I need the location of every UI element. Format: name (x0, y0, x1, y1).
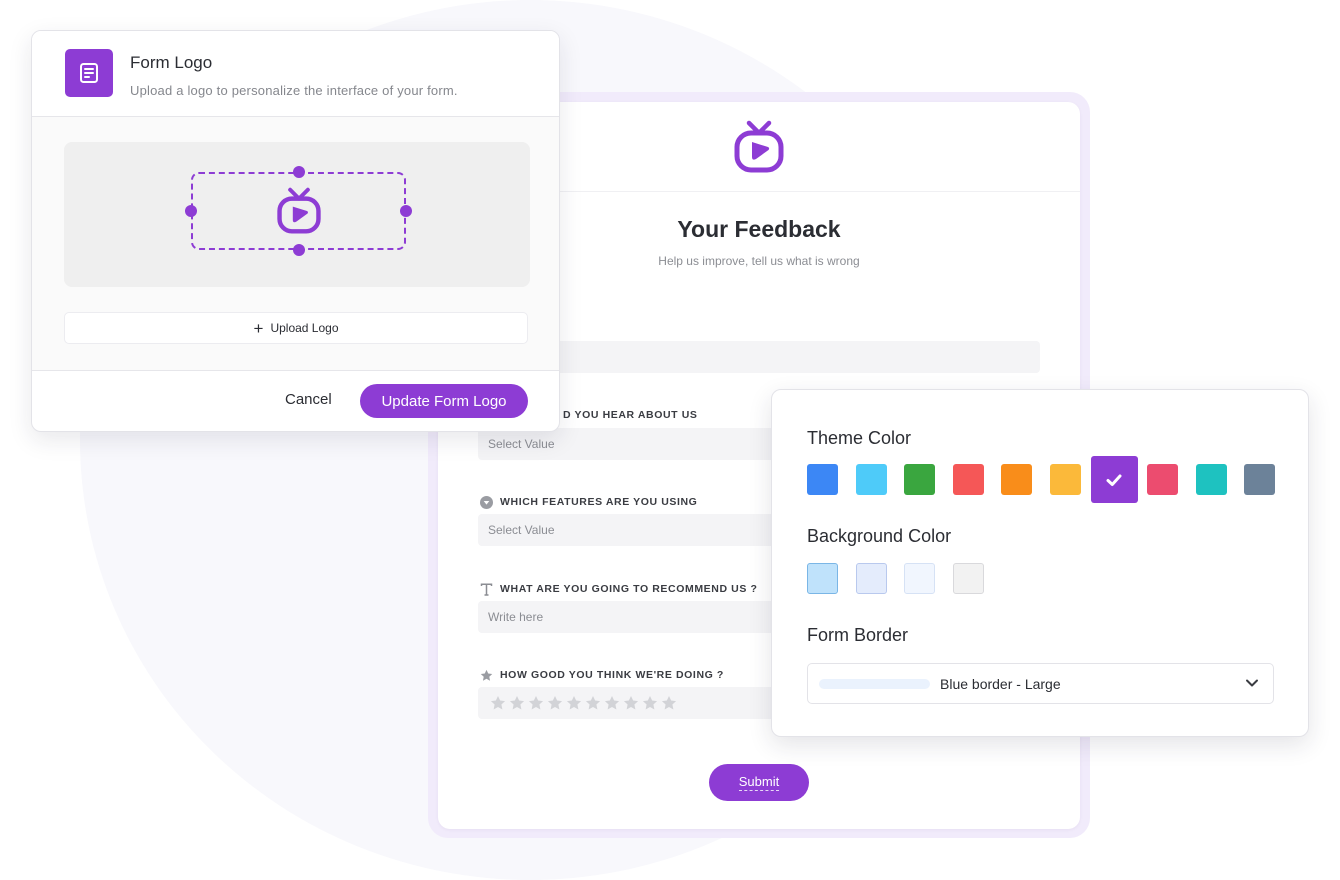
name-input[interactable] (478, 341, 1040, 373)
star-icon (479, 668, 493, 682)
background-color-swatch[interactable] (904, 563, 936, 594)
plus-icon: + (253, 318, 264, 338)
rating-star[interactable] (642, 695, 658, 711)
theme-settings-panel: Theme Color Background Color Form Border… (771, 389, 1309, 737)
theme-color-swatch[interactable] (1195, 464, 1227, 495)
theme-color-swatch[interactable] (904, 464, 936, 495)
rating-star[interactable] (566, 695, 582, 711)
tv-logo-icon (276, 187, 321, 234)
theme-color-swatch[interactable] (855, 464, 887, 495)
rating-star[interactable] (623, 695, 639, 711)
update-form-logo-button[interactable]: Update Form Logo (360, 384, 528, 418)
rating-stars (490, 695, 677, 711)
form-border-heading: Form Border (807, 625, 909, 645)
question-label-source: D YOU HEAR ABOUT US (563, 409, 698, 421)
question-label-rating: HOW GOOD YOU THINK WE'RE DOING ? (479, 668, 724, 682)
upload-logo-button[interactable]: + Upload Logo (64, 312, 528, 344)
text-type-icon (479, 582, 493, 596)
question-label-recommend: WHAT ARE YOU GOING TO RECOMMEND US ? (479, 582, 757, 596)
logo-selection-box[interactable] (185, 166, 412, 256)
submit-button[interactable]: Submit (709, 764, 809, 801)
background-color-swatch[interactable] (855, 563, 887, 594)
theme-color-heading: Theme Color (807, 428, 912, 448)
cancel-button[interactable]: Cancel (285, 391, 332, 408)
resize-handle-bottom[interactable] (293, 244, 305, 256)
theme-color-swatch[interactable] (1090, 456, 1138, 503)
background-color-heading: Background Color (807, 526, 952, 546)
modal-header: Form Logo Upload a logo to personalize t… (32, 31, 559, 117)
question-label-features: WHICH FEATURES ARE YOU USING (479, 495, 697, 509)
tv-logo-icon (734, 120, 784, 172)
chevron-down-icon (1246, 679, 1258, 687)
modal-title: Form Logo (130, 53, 213, 72)
theme-color-swatch[interactable] (807, 464, 838, 495)
modal-body: + Upload Logo (32, 117, 559, 371)
form-document-icon (65, 49, 113, 97)
rating-star[interactable] (585, 695, 601, 711)
form-logo-modal: Form Logo Upload a logo to personalize t… (31, 30, 560, 432)
modal-description: Upload a logo to personalize the interfa… (130, 83, 458, 98)
rating-star[interactable] (509, 695, 525, 711)
rating-star[interactable] (604, 695, 620, 711)
logo-dropzone[interactable] (64, 142, 530, 287)
theme-color-swatch[interactable] (1147, 464, 1179, 495)
checkmark-icon (1106, 474, 1122, 486)
resize-handle-left[interactable] (185, 205, 197, 217)
background-color-swatch[interactable] (952, 563, 984, 594)
border-preview-bar (819, 679, 930, 689)
theme-color-swatch[interactable] (952, 464, 984, 495)
theme-color-swatch[interactable] (1050, 464, 1081, 495)
rating-star[interactable] (490, 695, 506, 711)
rating-star[interactable] (547, 695, 563, 711)
rating-star[interactable] (661, 695, 677, 711)
form-border-select[interactable]: Blue border - Large (807, 663, 1274, 704)
theme-color-swatch[interactable] (1001, 464, 1033, 495)
theme-color-swatch[interactable] (1244, 464, 1276, 495)
resize-handle-top[interactable] (293, 166, 305, 178)
background-color-swatch[interactable] (807, 563, 838, 594)
rating-star[interactable] (528, 695, 544, 711)
form-border-value: Blue border - Large (940, 676, 1061, 692)
resize-handle-right[interactable] (400, 205, 412, 217)
dropdown-circle-icon (479, 495, 493, 509)
